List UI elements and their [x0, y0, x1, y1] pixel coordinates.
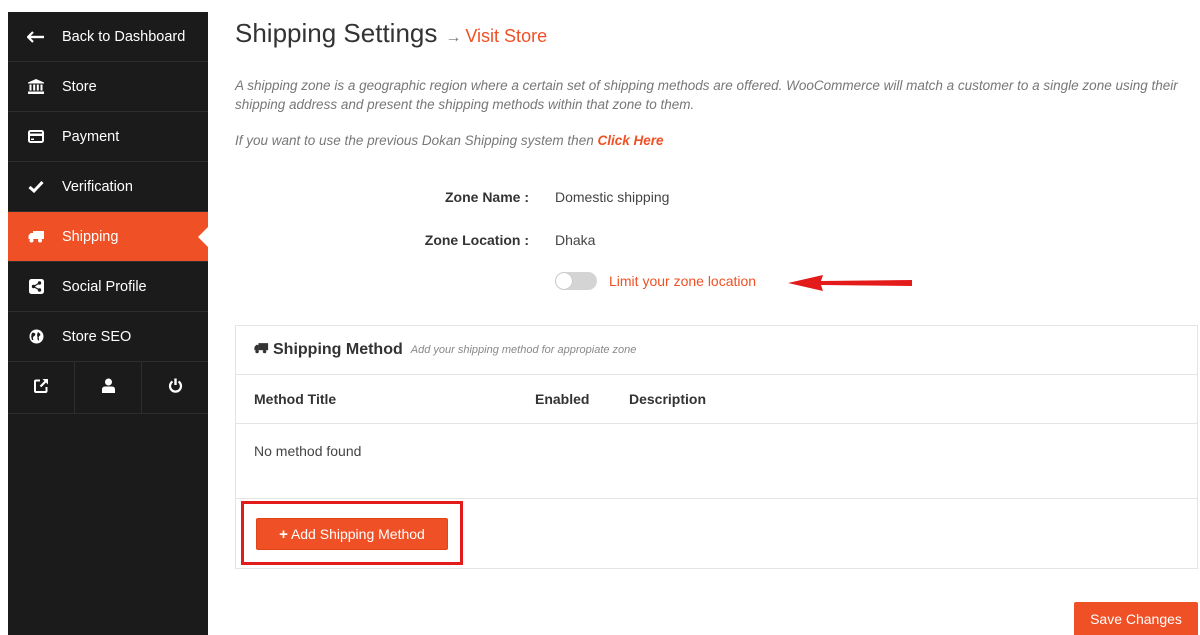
sidebar-item-label: Store SEO — [62, 328, 132, 345]
column-description: Description — [629, 391, 707, 407]
external-link-icon — [33, 378, 49, 398]
sidebar-item-social-profile[interactable]: Social Profile — [8, 262, 208, 312]
zone-name-value: Domestic shipping — [555, 189, 670, 205]
logout-button[interactable] — [142, 362, 208, 413]
add-shipping-method-label: Add Shipping Method — [290, 526, 425, 542]
page-title: Shipping Settings — [235, 18, 438, 48]
sidebar: Back to Dashboard Store Payment Verifica… — [8, 12, 208, 635]
zone-location-label: Zone Location : — [424, 232, 529, 248]
sidebar-bottom-actions — [8, 362, 208, 414]
click-here-link[interactable]: Click Here — [597, 133, 663, 148]
toggle-knob — [556, 273, 572, 289]
shipping-zone-description: A shipping zone is a geographic region w… — [235, 78, 1178, 112]
sidebar-item-verification[interactable]: Verification — [8, 162, 208, 212]
sidebar-item-label: Shipping — [62, 228, 119, 245]
zone-location-value: Dhaka — [555, 232, 596, 248]
sidebar-item-shipping[interactable]: Shipping — [8, 212, 208, 262]
user-icon — [101, 378, 115, 398]
page-header: Shipping Settings → Visit Store — [235, 18, 547, 49]
shipping-method-header: Shipping Method Add your shipping method… — [236, 326, 1197, 375]
shipping-method-subtitle: Add your shipping method for appropiate … — [410, 344, 637, 356]
external-link-button[interactable] — [8, 362, 75, 413]
limit-zone-location-toggle[interactable] — [555, 272, 597, 290]
sidebar-item-back-to-dashboard[interactable]: Back to Dashboard — [8, 12, 208, 62]
sidebar-item-label: Payment — [62, 128, 120, 145]
shipping-method-panel: Shipping Method Add your shipping method… — [235, 325, 1198, 569]
sidebar-item-store-seo[interactable]: Store SEO — [8, 312, 208, 362]
bank-icon — [24, 79, 48, 94]
annotation-arrow-icon — [788, 275, 912, 291]
arrow-left-icon — [24, 30, 48, 43]
methods-table-header: Method Title Enabled Description — [236, 375, 1197, 424]
globe-icon — [24, 329, 48, 344]
shipping-method-title: Shipping Method — [273, 341, 403, 358]
sidebar-item-label: Social Profile — [62, 278, 147, 295]
column-method-title: Method Title — [254, 391, 337, 407]
previous-shipping-note-text: If you want to use the previous Dokan Sh… — [235, 133, 598, 148]
limit-zone-location-label[interactable]: Limit your zone location — [609, 273, 756, 289]
profile-button[interactable] — [75, 362, 142, 413]
check-icon — [24, 180, 48, 193]
previous-shipping-note: If you want to use the previous Dokan Sh… — [235, 133, 664, 148]
truck-icon — [24, 230, 48, 243]
sidebar-item-label: Store — [62, 78, 97, 95]
zone-name-label: Zone Name : — [444, 189, 529, 205]
sidebar-item-label: Verification — [62, 178, 133, 195]
column-enabled: Enabled — [535, 391, 590, 407]
add-method-highlight: + Add Shipping Method — [241, 501, 463, 565]
sidebar-item-label: Back to Dashboard — [62, 28, 186, 45]
title-arrow: → — [445, 29, 462, 46]
visit-store-link[interactable]: Visit Store — [465, 26, 547, 47]
truck-icon — [254, 341, 269, 359]
page: Back to Dashboard Store Payment Verifica… — [0, 0, 1200, 635]
sidebar-item-payment[interactable]: Payment — [8, 112, 208, 162]
credit-card-icon — [24, 130, 48, 143]
add-shipping-method-button[interactable]: + Add Shipping Method — [256, 518, 448, 550]
plus-icon: + — [279, 525, 288, 543]
main-content: Shipping Settings → Visit Store A shippi… — [235, 0, 1200, 635]
share-icon — [24, 279, 48, 294]
limit-zone-location-row: Limit your zone location — [555, 272, 756, 290]
methods-empty-row: No method found — [236, 424, 1197, 499]
sidebar-item-store[interactable]: Store — [8, 62, 208, 112]
save-changes-button[interactable]: Save Changes — [1074, 602, 1198, 635]
power-icon — [168, 378, 183, 398]
